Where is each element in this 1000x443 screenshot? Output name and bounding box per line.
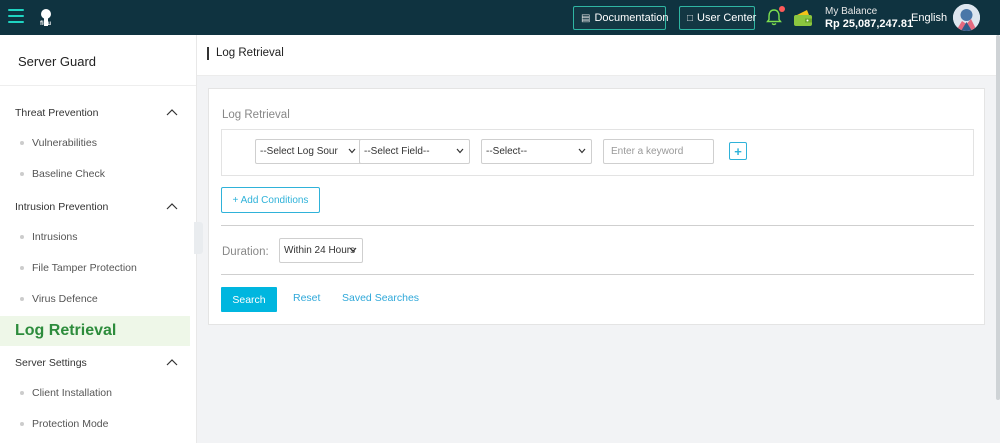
bullet-icon [20, 422, 24, 426]
balance-value: Rp 25,087,247.81 [825, 18, 914, 30]
documentation-label: Documentation [594, 12, 669, 24]
title-accent-bar [207, 47, 209, 60]
notification-badge [779, 6, 785, 12]
duration-select[interactable]: Within 24 Hours [279, 238, 363, 263]
balance-label: My Balance [825, 6, 878, 17]
sidebar-divider [0, 85, 196, 86]
divider [221, 274, 974, 275]
chevron-down-icon [348, 148, 356, 154]
sidebar-item-label: Virus Defence [32, 293, 98, 305]
chevron-up-icon [166, 109, 178, 116]
condition-row: --Select Log Sour --Select Field-- --Sel… [221, 129, 974, 176]
log-source-select[interactable]: --Select Log Sour [255, 139, 362, 164]
avatar-image-icon [953, 4, 980, 31]
operator-select[interactable]: --Select-- [481, 139, 592, 164]
duration-select-value: Within 24 Hours [284, 245, 356, 256]
panel-title: Log Retrieval [222, 109, 290, 121]
field-select-value: --Select Field-- [364, 146, 430, 157]
chevron-down-icon [578, 148, 586, 154]
sidebar-item-client-installation[interactable]: Client Installation [0, 378, 190, 408]
sidebar: Server Guard Threat Prevention Vulnerabi… [0, 35, 197, 443]
document-icon: ▤ [581, 12, 591, 24]
search-button[interactable]: Search [221, 287, 277, 312]
sidebar-item-label: Baseline Check [32, 168, 105, 180]
sidebar-item-virus-defence[interactable]: Virus Defence [0, 284, 190, 314]
monitor-icon: □ [687, 12, 694, 24]
menu-icon[interactable] [8, 9, 24, 23]
sidebar-item-label: Threat Prevention [15, 107, 99, 119]
chevron-down-icon [456, 148, 464, 154]
wallet-icon[interactable] [793, 9, 813, 27]
scrollbar[interactable] [996, 35, 1000, 400]
top-navigation-bar: flou ▤ Documentation □ User Center My Ba… [0, 0, 1000, 35]
sidebar-group-server-settings[interactable]: Server Settings [0, 348, 190, 378]
chevron-up-icon [166, 359, 178, 366]
chevron-down-icon [349, 247, 357, 253]
reset-link[interactable]: Reset [293, 292, 320, 304]
sidebar-item-intrusions[interactable]: Intrusions [0, 222, 190, 252]
divider [221, 225, 974, 226]
sidebar-item-label: Log Retrieval [15, 322, 117, 339]
keyword-input[interactable]: Enter a keyword [603, 139, 714, 164]
log-source-select-value: --Select Log Sour [260, 146, 338, 157]
sidebar-item-log-retrieval[interactable]: Log Retrieval [0, 316, 190, 346]
sidebar-item-file-tamper-protection[interactable]: File Tamper Protection [0, 253, 190, 283]
operator-select-value: --Select-- [486, 146, 528, 157]
bullet-icon [20, 172, 24, 176]
saved-searches-link[interactable]: Saved Searches [342, 292, 419, 304]
duration-label: Duration: [222, 246, 269, 258]
sidebar-item-baseline-check[interactable]: Baseline Check [0, 159, 190, 189]
sidebar-group-intrusion-prevention[interactable]: Intrusion Prevention [0, 192, 190, 222]
page-header: Log Retrieval [197, 35, 1000, 76]
documentation-button[interactable]: ▤ Documentation [573, 6, 669, 30]
sidebar-item-label: Protection Mode [32, 418, 109, 430]
field-select[interactable]: --Select Field-- [359, 139, 470, 164]
sidebar-item-label: Client Installation [32, 387, 112, 399]
add-conditions-button[interactable]: + Add Conditions [221, 187, 320, 213]
sidebar-collapse-handle[interactable] [194, 222, 203, 254]
add-value-button[interactable]: + [729, 142, 747, 160]
user-center-label: User Center [697, 12, 757, 24]
sidebar-item-label: Vulnerabilities [32, 137, 97, 149]
bullet-icon [20, 391, 24, 395]
sidebar-item-label: Intrusion Prevention [15, 201, 109, 213]
sidebar-group-threat-prevention[interactable]: Threat Prevention [0, 98, 190, 128]
bullet-icon [20, 297, 24, 301]
sidebar-item-label: File Tamper Protection [32, 262, 137, 274]
language-selector[interactable]: English [911, 12, 947, 24]
avatar[interactable] [953, 4, 980, 31]
bullet-icon [20, 266, 24, 270]
bullet-icon [20, 235, 24, 239]
chevron-up-icon [166, 203, 178, 210]
sidebar-item-label: Intrusions [32, 231, 78, 243]
sidebar-item-label: Server Settings [15, 357, 87, 369]
logo-text: flou [40, 21, 51, 27]
sidebar-item-protection-mode[interactable]: Protection Mode [0, 409, 190, 439]
bullet-icon [20, 141, 24, 145]
user-center-button[interactable]: □ User Center [679, 6, 757, 30]
page-title: Log Retrieval [216, 47, 284, 59]
sidebar-title: Server Guard [18, 54, 97, 69]
log-retrieval-panel: Log Retrieval --Select Log Sour --Select… [208, 88, 985, 325]
sidebar-item-vulnerabilities[interactable]: Vulnerabilities [0, 128, 190, 158]
